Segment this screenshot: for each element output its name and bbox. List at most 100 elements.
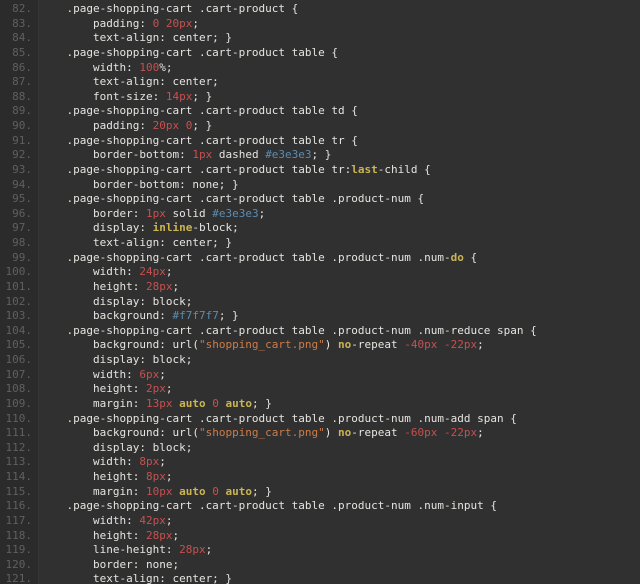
code-lines-container[interactable]: 82. .page-shopping-cart .cart-product {8…: [0, 0, 640, 584]
code-line-content[interactable]: border-bottom: 1px dashed #e3e3e3; }: [32, 148, 331, 163]
code-line-content[interactable]: display: block;: [32, 441, 192, 456]
code-line-content[interactable]: background: url("shopping_cart.png") no-…: [32, 426, 484, 441]
token-plain: display: block;: [40, 294, 193, 308]
code-line[interactable]: 82. .page-shopping-cart .cart-product {: [0, 2, 640, 17]
code-line-content[interactable]: padding: 0 20px;: [32, 17, 199, 32]
code-line[interactable]: 106. display: block;: [0, 353, 640, 368]
code-line-content[interactable]: padding: 20px 0; }: [32, 119, 212, 134]
code-line[interactable]: 93. .page-shopping-cart .cart-product ta…: [0, 163, 640, 178]
code-line-content[interactable]: border: none;: [32, 558, 179, 573]
code-line[interactable]: 114. height: 8px;: [0, 470, 640, 485]
token-plain: height:: [40, 382, 146, 396]
code-line[interactable]: 92. border-bottom: 1px dashed #e3e3e3; }: [0, 148, 640, 163]
code-line[interactable]: 119. line-height: 28px;: [0, 543, 640, 558]
code-line[interactable]: 101. height: 28px;: [0, 280, 640, 295]
code-line[interactable]: 113. width: 8px;: [0, 455, 640, 470]
code-editor[interactable]: 82. .page-shopping-cart .cart-product {8…: [0, 0, 640, 584]
code-line-content[interactable]: height: 2px;: [32, 382, 173, 397]
code-line-content[interactable]: .page-shopping-cart .cart-product {: [32, 2, 298, 17]
code-line-content[interactable]: font-size: 14px; }: [32, 90, 212, 105]
code-line[interactable]: 109. margin: 13px auto 0 auto; }: [0, 397, 640, 412]
code-line-content[interactable]: margin: 13px auto 0 auto; }: [32, 397, 272, 412]
line-number: 110.: [5, 411, 33, 425]
token-plain: ;: [165, 513, 173, 527]
token-num: 13px: [145, 396, 173, 410]
code-line-content[interactable]: width: 6px;: [32, 368, 166, 383]
code-line[interactable]: 97. display: inline-block;: [0, 221, 640, 236]
code-line[interactable]: 102. display: block;: [0, 295, 640, 310]
code-line[interactable]: 115. margin: 10px auto 0 auto; }: [0, 485, 640, 500]
code-line[interactable]: 117. width: 42px;: [0, 514, 640, 529]
code-line-content[interactable]: .page-shopping-cart .cart-product table …: [32, 192, 424, 207]
code-line[interactable]: 107. width: 6px;: [0, 368, 640, 383]
token-num: 20px: [152, 119, 180, 132]
code-line[interactable]: 89. .page-shopping-cart .cart-product ta…: [0, 104, 640, 119]
code-line[interactable]: 96. border: 1px solid #e3e3e3;: [0, 207, 640, 222]
token-plain: .page-shopping-cart .cart-product table …: [40, 162, 352, 176]
code-line-content[interactable]: line-height: 28px;: [32, 543, 212, 558]
code-line-content[interactable]: border-bottom: none; }: [32, 178, 239, 193]
code-line[interactable]: 98. text-align: center; }: [0, 236, 640, 251]
code-line[interactable]: 104. .page-shopping-cart .cart-product t…: [0, 324, 640, 339]
code-line-content[interactable]: text-align: center; }: [32, 31, 232, 46]
code-line[interactable]: 111. background: url("shopping_cart.png"…: [0, 426, 640, 441]
code-line[interactable]: 85. .page-shopping-cart .cart-product ta…: [0, 46, 640, 61]
code-line[interactable]: 100. width: 24px;: [0, 265, 640, 280]
code-line[interactable]: 84. text-align: center; }: [0, 31, 640, 46]
line-number: 111.: [5, 426, 33, 440]
code-line-content[interactable]: display: inline-block;: [32, 221, 239, 236]
code-line[interactable]: 90. padding: 20px 0; }: [0, 119, 640, 134]
token-plain: width:: [40, 513, 140, 527]
code-line-content[interactable]: background: #f7f7f7; }: [32, 309, 239, 324]
code-line[interactable]: 87. text-align: center;: [0, 75, 640, 90]
code-line[interactable]: 108. height: 2px;: [0, 382, 640, 397]
code-line[interactable]: 105. background: url("shopping_cart.png"…: [0, 338, 640, 353]
code-line[interactable]: 112. display: block;: [0, 441, 640, 456]
line-number: 85.: [12, 45, 32, 59]
code-line[interactable]: 95. .page-shopping-cart .cart-product ta…: [0, 192, 640, 207]
code-line[interactable]: 110. .page-shopping-cart .cart-product t…: [0, 412, 640, 427]
code-line-content[interactable]: .page-shopping-cart .cart-product table …: [32, 324, 536, 339]
code-line-content[interactable]: width: 24px;: [32, 265, 173, 280]
code-line-content[interactable]: .page-shopping-cart .cart-product table …: [32, 499, 496, 514]
code-line-content[interactable]: background: url("shopping_cart.png") no-…: [32, 338, 484, 353]
token-plain: ;: [159, 455, 166, 469]
code-line-content[interactable]: width: 42px;: [32, 513, 173, 529]
code-line[interactable]: 120. border: none;: [0, 558, 640, 573]
code-line[interactable]: 116. .page-shopping-cart .cart-product t…: [0, 499, 640, 514]
code-line-content[interactable]: width: 8px;: [32, 455, 166, 470]
code-line[interactable]: 121. text-align: center; }: [0, 572, 640, 584]
code-line-content[interactable]: width: 100%;: [32, 60, 173, 76]
code-line-content[interactable]: height: 28px;: [32, 529, 179, 544]
code-line-content[interactable]: .page-shopping-cart .cart-product table …: [32, 162, 430, 178]
code-line[interactable]: 99. .page-shopping-cart .cart-product ta…: [0, 251, 640, 266]
token-num: -22px: [444, 338, 478, 352]
code-line-content[interactable]: text-align: center; }: [32, 236, 232, 251]
code-line[interactable]: 91. .page-shopping-cart .cart-product ta…: [0, 134, 640, 149]
code-line[interactable]: 94. border-bottom: none; }: [0, 178, 640, 193]
code-line[interactable]: 118. height: 28px;: [0, 529, 640, 544]
code-line-content[interactable]: .page-shopping-cart .cart-product table …: [32, 46, 338, 61]
code-line-content[interactable]: .page-shopping-cart .cart-product table …: [32, 251, 477, 266]
code-line-content[interactable]: height: 28px;: [32, 280, 179, 295]
token-plain: %;: [159, 60, 173, 74]
code-line-content[interactable]: display: block;: [32, 353, 192, 368]
code-line-content[interactable]: .page-shopping-cart .cart-product table …: [32, 134, 357, 149]
code-line[interactable]: 103. background: #f7f7f7; }: [0, 309, 640, 324]
code-line[interactable]: 86. width: 100%;: [0, 61, 640, 76]
code-line-content[interactable]: .page-shopping-cart .cart-product table …: [32, 104, 357, 119]
line-number: 105.: [5, 338, 33, 352]
code-line-content[interactable]: display: block;: [32, 295, 192, 310]
line-number: 121.: [5, 572, 33, 584]
code-line-content[interactable]: .page-shopping-cart .cart-product table …: [32, 412, 516, 427]
token-kw: auto: [179, 396, 206, 410]
token-num: 8px: [139, 455, 160, 469]
code-line-content[interactable]: height: 8px;: [32, 470, 173, 485]
code-line[interactable]: 83. padding: 0 20px;: [0, 17, 640, 32]
code-line[interactable]: 88. font-size: 14px; }: [0, 90, 640, 105]
code-line-content[interactable]: text-align: center;: [32, 75, 219, 90]
code-line-content[interactable]: margin: 10px auto 0 auto; }: [32, 485, 272, 500]
code-line-content[interactable]: border: 1px solid #e3e3e3;: [32, 207, 265, 222]
code-line-content[interactable]: text-align: center; }: [32, 572, 232, 584]
